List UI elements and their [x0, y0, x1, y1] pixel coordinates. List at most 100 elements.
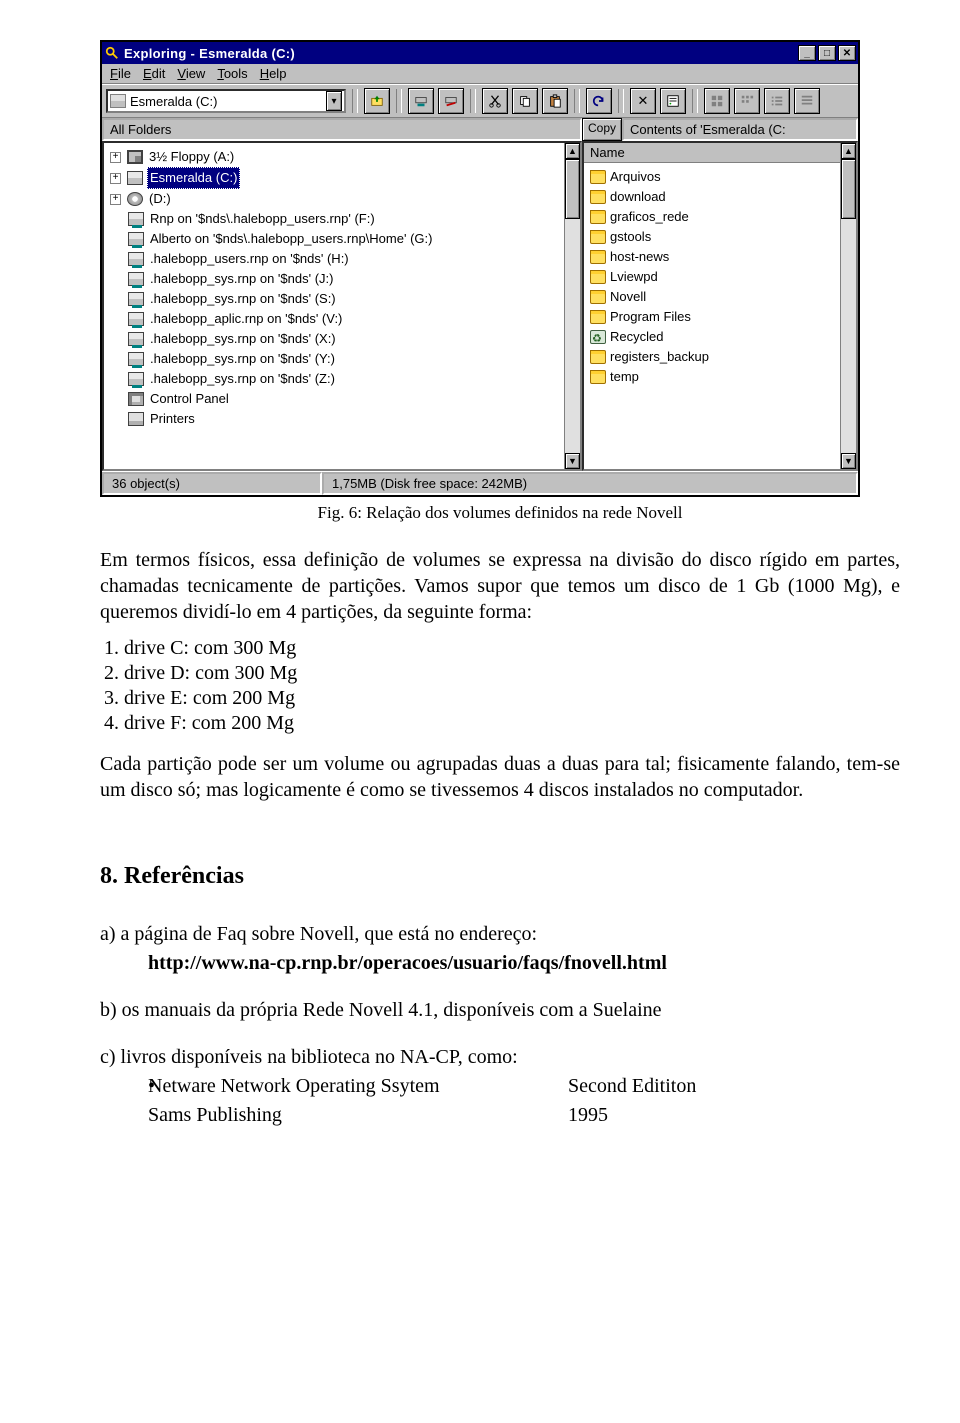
delete-button[interactable]: ✕ [630, 88, 656, 114]
paste-button[interactable] [542, 88, 568, 114]
map-drive-button[interactable] [408, 88, 434, 114]
file-item-label: download [610, 187, 666, 207]
tree-item[interactable]: .halebopp_sys.rnp on '$nds' (Y:) [110, 349, 578, 369]
tree-item-label: .halebopp_sys.rnp on '$nds' (Z:) [148, 369, 337, 389]
scrollbar-vertical[interactable]: ▲ ▼ [840, 143, 856, 469]
statusbar: 36 object(s) 1,75MB (Disk free space: 24… [102, 471, 858, 495]
folder-icon [590, 190, 606, 204]
paragraph-2: Cada partição pode ser um volume ou agru… [100, 751, 900, 803]
tree-item[interactable]: .halebopp_aplic.rnp on '$nds' (V:) [110, 309, 578, 329]
file-item-label: graficos_rede [610, 207, 689, 227]
folder-icon [590, 310, 606, 324]
scroll-down-icon[interactable]: ▼ [841, 453, 856, 469]
net-icon [128, 252, 144, 266]
menu-help[interactable]: Help [260, 66, 287, 81]
scroll-down-icon[interactable]: ▼ [565, 453, 580, 469]
menu-file[interactable]: File [110, 66, 131, 81]
up-folder-button[interactable] [364, 88, 390, 114]
tree-item-label: Rnp on '$nds\.halebopp_users.rnp' (F:) [148, 209, 377, 229]
file-item[interactable]: graficos_rede [590, 207, 854, 227]
tree-item[interactable]: .halebopp_sys.rnp on '$nds' (Z:) [110, 369, 578, 389]
tree-item[interactable]: +3½ Floppy (A:) [110, 147, 578, 167]
book-edition: Second Edititon [592, 1072, 696, 1101]
maximize-button[interactable]: □ [818, 45, 836, 61]
window-title: Exploring - Esmeralda (C:) [124, 46, 798, 61]
menu-view[interactable]: View [177, 66, 205, 81]
tree-item[interactable]: Printers [110, 409, 578, 429]
folder-icon [590, 230, 606, 244]
file-item-label: temp [610, 367, 639, 387]
toolbar-separator [574, 89, 580, 113]
net-icon [128, 272, 144, 286]
expand-icon[interactable]: + [110, 152, 121, 163]
name-column-header[interactable]: Name [584, 143, 856, 163]
properties-button[interactable] [660, 88, 686, 114]
tree-item[interactable]: Control Panel [110, 389, 578, 409]
list-view-button[interactable] [764, 88, 790, 114]
file-item[interactable]: gstools [590, 227, 854, 247]
file-item[interactable]: temp [590, 367, 854, 387]
list-item: drive D: com 300 Mg [124, 662, 900, 685]
file-item-label: Arquivos [610, 167, 661, 187]
contents-pane: Name Arquivosdownloadgraficos_redegstool… [582, 141, 858, 471]
paragraph-1: Em termos físicos, essa definição de vol… [100, 547, 900, 625]
undo-button[interactable] [586, 88, 612, 114]
copy-button[interactable] [512, 88, 538, 114]
tree-item[interactable]: Rnp on '$nds\.halebopp_users.rnp' (F:) [110, 209, 578, 229]
reference-b: b) os manuais da própria Rede Novell 4.1… [124, 996, 900, 1025]
toolbar-separator [692, 89, 698, 113]
tree-item[interactable]: +Esmeralda (C:) [110, 167, 578, 189]
tree-item-label: .halebopp_users.rnp on '$nds' (H:) [148, 249, 351, 269]
figure-caption: Fig. 6: Relação dos volumes definidos na… [100, 503, 900, 523]
tree-item[interactable]: .halebopp_sys.rnp on '$nds' (J:) [110, 269, 578, 289]
recycle-icon [590, 330, 606, 344]
file-item[interactable]: download [590, 187, 854, 207]
details-view-button[interactable] [794, 88, 820, 114]
file-item[interactable]: Recycled [590, 327, 854, 347]
scrollbar-thumb[interactable] [565, 159, 580, 219]
net-icon [128, 352, 144, 366]
tree-item[interactable]: +(D:) [110, 189, 578, 209]
tree-item[interactable]: .halebopp_users.rnp on '$nds' (H:) [110, 249, 578, 269]
floppy-icon [127, 150, 143, 164]
large-icons-button[interactable] [704, 88, 730, 114]
cut-button[interactable] [482, 88, 508, 114]
file-item[interactable]: host-news [590, 247, 854, 267]
scroll-up-icon[interactable]: ▲ [841, 143, 856, 159]
small-icons-button[interactable] [734, 88, 760, 114]
folder-icon [590, 170, 606, 184]
net-icon [128, 332, 144, 346]
minimize-button[interactable]: _ [798, 45, 816, 61]
file-item[interactable]: Novell [590, 287, 854, 307]
tree-item[interactable]: .halebopp_sys.rnp on '$nds' (X:) [110, 329, 578, 349]
menu-edit[interactable]: Edit [143, 66, 165, 81]
file-item[interactable]: Lviewpd [590, 267, 854, 287]
chevron-down-icon[interactable] [326, 91, 342, 111]
file-item[interactable]: Arquivos [590, 167, 854, 187]
file-item[interactable]: registers_backup [590, 347, 854, 367]
disconnect-drive-button[interactable] [438, 88, 464, 114]
tree-item-label: Control Panel [148, 389, 231, 409]
tree-item[interactable]: .halebopp_sys.rnp on '$nds' (S:) [110, 289, 578, 309]
scrollbar-vertical[interactable]: ▲ ▼ [564, 143, 580, 469]
drive-icon [110, 94, 126, 108]
drive-combo[interactable]: Esmeralda (C:) [106, 89, 346, 113]
menu-tools[interactable]: Tools [217, 66, 247, 81]
scroll-up-icon[interactable]: ▲ [565, 143, 580, 159]
reference-a: a) a página de Faq sobre Novell, que est… [124, 920, 900, 978]
close-button[interactable]: ✕ [838, 45, 856, 61]
tree-item-label: Printers [148, 409, 197, 429]
tree-item-label: .halebopp_sys.rnp on '$nds' (S:) [148, 289, 338, 309]
expand-icon[interactable]: + [110, 173, 121, 184]
folder-icon [590, 350, 606, 364]
tree-item[interactable]: Alberto on '$nds\.halebopp_users.rnp\Hom… [110, 229, 578, 249]
titlebar[interactable]: Exploring - Esmeralda (C:) _ □ ✕ [102, 42, 858, 64]
magnifier-icon [104, 45, 120, 61]
file-item-label: registers_backup [610, 347, 709, 367]
folder-icon [590, 210, 606, 224]
publisher: Sams Publishing [172, 1101, 592, 1130]
reference-a-text: a) a página de Faq sobre Novell, que est… [100, 923, 537, 945]
scrollbar-thumb[interactable] [841, 159, 856, 219]
expand-icon[interactable]: + [110, 194, 121, 205]
file-item[interactable]: Program Files [590, 307, 854, 327]
